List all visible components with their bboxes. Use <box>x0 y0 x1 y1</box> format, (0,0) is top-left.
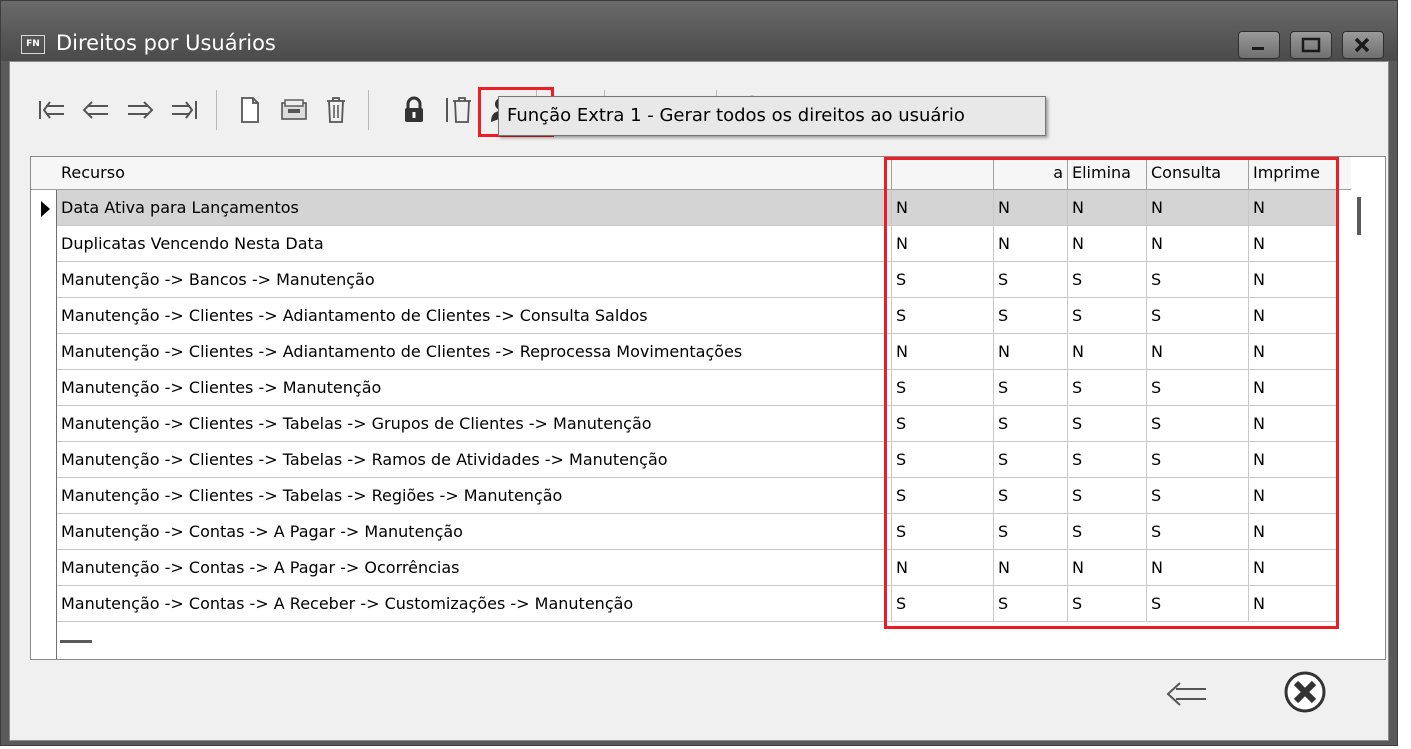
next-record-button[interactable] <box>120 90 160 130</box>
trash-icon <box>327 97 345 123</box>
vertical-scrollbar[interactable] <box>1357 197 1361 235</box>
delete-button[interactable] <box>316 90 356 130</box>
close-window-button[interactable] <box>1342 31 1384 59</box>
resource-cell[interactable]: Manutenção -> Clientes -> Manutenção <box>57 370 892 406</box>
resource-cell[interactable]: Manutenção -> Clientes -> Tabelas -> Ram… <box>57 442 892 478</box>
current-row-indicator-icon <box>41 201 50 217</box>
horizontal-scrollbar[interactable] <box>60 640 92 643</box>
resource-cell[interactable]: Manutenção -> Clientes -> Adiantamento d… <box>57 334 892 370</box>
new-document-button[interactable] <box>230 90 270 130</box>
previous-arrow-icon <box>82 101 108 119</box>
back-arrow-icon <box>1166 682 1206 706</box>
resource-cell[interactable]: Manutenção -> Clientes -> Adiantamento d… <box>57 298 892 334</box>
window-title: Direitos por Usuários <box>56 31 276 55</box>
resource-cell[interactable]: Duplicatas Vencendo Nesta Data <box>57 226 892 262</box>
resource-cell[interactable]: Manutenção -> Contas -> A Receber -> Cus… <box>57 586 892 622</box>
resource-cell[interactable]: Manutenção -> Clientes -> Tabelas -> Reg… <box>57 478 892 514</box>
minimize-icon <box>1252 47 1264 50</box>
last-record-button[interactable] <box>164 90 204 130</box>
resource-cell[interactable]: Manutenção -> Contas -> A Pagar -> Ocorr… <box>57 550 892 586</box>
first-record-button[interactable] <box>32 90 72 130</box>
column-header-recurso[interactable]: Recurso <box>57 157 892 189</box>
close-icon <box>1354 37 1370 53</box>
toolbar-separator <box>216 90 217 130</box>
resource-cell[interactable]: Manutenção -> Clientes -> Tabelas -> Gru… <box>57 406 892 442</box>
maximize-icon <box>1301 37 1321 53</box>
resource-cell[interactable]: Manutenção -> Contas -> A Pagar -> Manut… <box>57 514 892 550</box>
minimize-button[interactable] <box>1238 31 1280 59</box>
extra-function-lock-button[interactable] <box>394 90 434 130</box>
previous-record-button[interactable] <box>76 90 116 130</box>
lock-icon <box>405 96 423 122</box>
next-arrow-icon <box>128 101 154 119</box>
new-document-icon <box>241 97 259 123</box>
folder-icon <box>281 99 307 120</box>
delete-all-icon <box>446 97 471 123</box>
toolbar-separator <box>368 90 369 130</box>
maximize-button[interactable] <box>1290 31 1332 59</box>
resource-cell[interactable]: Manutenção -> Bancos -> Manutenção <box>57 262 892 298</box>
permissions-highlight-box <box>884 157 1339 629</box>
close-button[interactable] <box>1275 662 1335 722</box>
app-icon: FN <box>21 35 45 54</box>
bottom-bar <box>10 650 1388 742</box>
first-record-icon <box>39 101 64 119</box>
resource-cell[interactable]: Data Ativa para Lançamentos <box>57 190 892 226</box>
title-bar[interactable]: FN Direitos por Usuários <box>1 1 1397 61</box>
delete-all-button[interactable] <box>440 90 480 130</box>
last-record-icon <box>172 101 197 119</box>
back-button[interactable] <box>1156 664 1216 724</box>
tooltip: Função Extra 1 - Gerar todos os direitos… <box>498 96 1046 136</box>
cancel-circle-icon <box>1284 671 1326 713</box>
open-folder-button[interactable] <box>274 90 314 130</box>
